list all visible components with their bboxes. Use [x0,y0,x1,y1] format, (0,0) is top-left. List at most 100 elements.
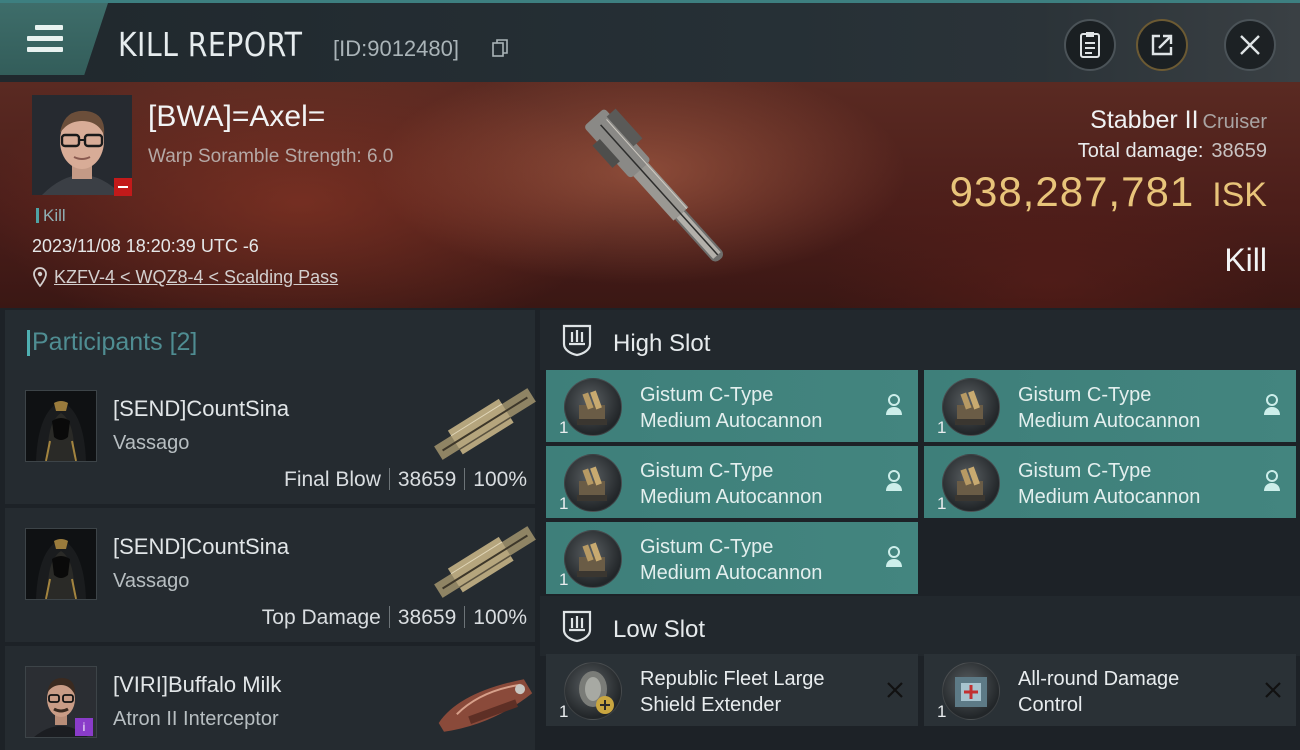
module-item[interactable]: 1 Gistum C-Type Medium Autocannon [924,446,1296,518]
participant-ship: Vassago [113,570,190,592]
isk-value-line: 938,287,781 ISK [950,168,1267,216]
participant-avatar[interactable] [25,390,97,462]
participant-stats: Final Blow 38659 100% [284,468,527,492]
autocannon-icon [564,378,622,436]
participant-name[interactable]: [VIRI]Buffalo Milk [113,672,281,698]
participants-header: Participants [2] [5,310,535,370]
participants-panel: Participants [2] [SEND]CountSina Vassago [0,308,540,750]
pilot-icon [886,546,902,567]
location-link[interactable]: KZFV-4 < WQZ8-4 < Scalding Pass [54,267,338,287]
pilot-icon [886,394,902,415]
destroyed-x-icon [1265,682,1281,698]
close-button[interactable] [1224,19,1276,71]
kill-datetime: 2023/11/08 18:20:39 UTC -6 [32,236,259,256]
module-name: Gistum C-Type Medium Autocannon [1018,384,1201,432]
participant-name[interactable]: [SEND]CountSina [113,534,289,560]
participant-damage: 38659 [397,606,457,629]
copy-icon[interactable] [492,39,508,57]
hostile-badge [114,178,132,196]
participant-ship-render [438,679,533,732]
info-badge: i [75,718,93,736]
module-item[interactable]: 1 Gistum C-Type Medium Autocannon [924,370,1296,442]
damage-control-icon [942,662,1000,720]
participant-ship: Vassago [113,432,190,454]
participants-count: [2] [169,328,198,356]
total-damage: Total damage: 38659 [1078,140,1267,163]
ship-class: Cruiser [1202,111,1267,133]
victim-pilot-name[interactable]: [BWA]=Axel= [148,100,325,134]
isk-value: 938,287,781 [949,168,1195,215]
autocannon-icon [942,378,1000,436]
shield-extender-icon [564,662,622,720]
participants-title: Participants [2] [26,328,198,357]
module-quantity: 1 [559,702,569,721]
module-item[interactable]: 1 Gistum C-Type Medium Autocannon [546,446,918,518]
module-name: Republic Fleet Large Shield Extender [640,668,825,716]
pilot-icon [1264,470,1280,491]
warp-scramble-strength: Warp Soramble Strength: 6.0 [148,146,394,167]
participant-role: Final Blow [284,468,381,491]
module-quantity: 1 [937,418,947,437]
participant-percent: 100% [473,606,527,629]
module-name: Gistum C-Type Medium Autocannon [640,460,823,508]
participant-percent: 100% [473,468,527,491]
module-item[interactable]: 1 Gistum C-Type Medium Autocannon [546,370,918,442]
participant-ship: Atron II Interceptor [113,708,279,730]
module-name: Gistum C-Type Medium Autocannon [640,536,823,584]
menu-tab[interactable] [0,3,108,75]
victim-ship-render [585,108,724,262]
participant-role: Top Damage [261,606,381,629]
module-name: Gistum C-Type Medium Autocannon [1018,460,1201,508]
module-item[interactable]: 1 All-round Damage Control [924,654,1296,726]
module-item[interactable]: 1 Republic Fleet Large Shield Extender [546,654,918,726]
ship-name[interactable]: Stabber II [1090,106,1198,134]
module-name: Gistum C-Type Medium Autocannon [640,384,823,432]
kill-tag: Kill [36,206,66,226]
autocannon-icon [564,530,622,588]
participant-ship-render [434,526,536,598]
participant-avatar[interactable] [25,528,97,600]
participant-row[interactable]: [SEND]CountSina Vassago Top Damage 38659 1… [5,508,536,642]
participant-portrait [26,529,96,599]
autocannon-icon [942,454,1000,512]
destroyed-x-icon [887,682,903,698]
high-slot-title: High Slot [613,330,711,357]
module-quantity: 1 [937,702,947,721]
autocannon-icon [564,454,622,512]
low-slot-icon [562,610,592,643]
participant-damage: 38659 [397,468,457,491]
clipboard-button[interactable] [1064,19,1116,71]
isk-unit: ISK [1212,176,1267,214]
result-label: Kill [1224,242,1267,278]
kill-location[interactable]: KZFV-4 < WQZ8-4 < Scalding Pass [32,267,338,288]
module-item[interactable]: 1 Gistum C-Type Medium Autocannon [546,522,918,594]
participant-portrait [26,391,96,461]
fitting-panel: High Slot 1 Gistum C-Type Medium Autocann… [540,308,1300,750]
hamburger-menu-icon[interactable] [27,25,63,53]
close-icon [1240,35,1260,55]
participant-stats: Top Damage 38659 100% [262,606,527,630]
participant-row[interactable]: i [VIRI]Buffalo Milk Atron II Intercepto… [5,646,535,750]
participants-title-text: Participants [32,328,163,356]
total-damage-label: Total damage: [1077,140,1204,162]
pilot-icon [1264,394,1280,415]
participant-name[interactable]: [SEND]CountSina [113,396,289,422]
low-slot-header: Low Slot [540,596,1300,656]
report-id: [ID:9012480] [333,36,459,61]
ship-info: Stabber II Cruiser [1090,106,1267,135]
module-quantity: 1 [937,494,947,513]
module-quantity: 1 [559,494,569,513]
participant-row[interactable]: [SEND]CountSina Vassago Final Blow 38659 1… [5,370,536,504]
clipboard-icon [1080,32,1100,58]
pilot-icon [886,470,902,491]
low-slot-title: Low Slot [613,616,706,643]
share-icon [1151,34,1173,56]
share-button[interactable] [1136,19,1188,71]
victim-banner: [BWA]=Axel= Warp Soramble Strength: 6.0 … [0,82,1300,308]
high-slot-header: High Slot [540,310,1300,370]
high-slot-icon [562,324,592,357]
module-name: All-round Damage Control [1018,668,1180,716]
location-pin-icon [33,267,47,287]
participant-ship-render [434,388,536,460]
module-quantity: 1 [559,418,569,437]
